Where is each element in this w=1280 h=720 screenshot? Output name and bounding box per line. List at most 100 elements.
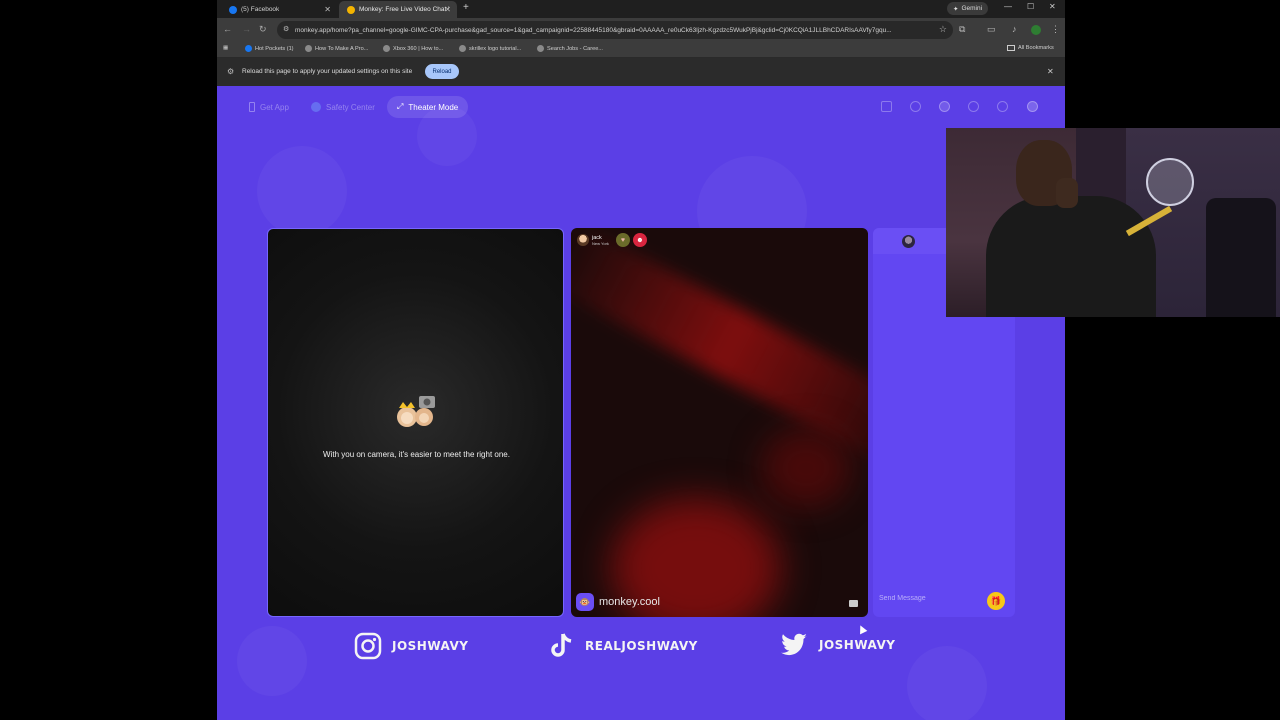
profile-avatar[interactable]	[1031, 25, 1041, 35]
monkey-camera-icon	[397, 396, 435, 427]
profile-avatar[interactable]	[1027, 101, 1038, 112]
browser-window: (5) Facebook ✕ Monkey: Free Live Video C…	[217, 0, 1065, 720]
instagram-handle: JOSHWAVY	[392, 639, 469, 653]
sidebar-icon[interactable]: ▭	[987, 24, 996, 35]
avatar[interactable]	[902, 235, 915, 248]
get-app-label: Get App	[260, 102, 289, 112]
watermark-text: monkey.cool	[599, 596, 660, 608]
bookmark-item[interactable]: Xbox 360 | How to...	[383, 45, 443, 52]
bookmark-label: Xbox 360 | How to...	[393, 45, 444, 52]
social-twitter: JOSHWAVY	[779, 632, 896, 658]
search-icon[interactable]	[910, 101, 921, 112]
globe-icon	[383, 45, 390, 52]
tab-strip: (5) Facebook ✕ Monkey: Free Live Video C…	[217, 0, 1065, 18]
partner-location: New York	[592, 240, 609, 246]
settings-icon: ⚙	[227, 67, 235, 76]
all-bookmarks-label: All Bookmarks	[1018, 45, 1054, 51]
bookmark-star-icon[interactable]: ☆	[939, 24, 947, 35]
gemini-label: Gemini	[961, 5, 983, 12]
apps-icon[interactable]: ▦	[223, 45, 228, 51]
bookmark-label: skrillex logo tutorial...	[469, 45, 522, 52]
person-hand	[1056, 178, 1078, 208]
phone-icon	[249, 102, 255, 112]
all-bookmarks[interactable]: All Bookmarks	[1007, 45, 1054, 51]
address-bar[interactable]: ⚙ monkey.app/home?pa_channel=google-GIMC…	[277, 21, 953, 39]
theater-mode-button[interactable]: ⤢ Theater Mode	[387, 96, 469, 118]
twitter-icon	[781, 633, 807, 656]
social-instagram: JOSHWAVY	[354, 632, 469, 660]
history-icon[interactable]	[968, 101, 979, 112]
avatar[interactable]	[577, 234, 589, 246]
minimize-button[interactable]: —	[1004, 2, 1012, 11]
tab-monkey[interactable]: Monkey: Free Live Video Chat Wi ✕	[339, 1, 457, 18]
sparkle-icon: ✦	[953, 5, 959, 13]
facebook-icon	[229, 5, 237, 14]
monkey-site: Get App Safety Center ⤢ Theater Mode Wit…	[217, 86, 1065, 720]
fan-object	[1146, 158, 1194, 206]
bookmark-item[interactable]: Hot Pockets (1)	[245, 45, 294, 52]
back-icon[interactable]: ←	[223, 24, 232, 34]
menu-icon[interactable]: ⋮	[1051, 24, 1060, 35]
tiktok-icon	[551, 633, 572, 657]
tiktok-handle: REALJOSHWAVY	[585, 639, 698, 653]
browser-toolbar: ← → ↻ ⚙ monkey.app/home?pa_channel=googl…	[217, 18, 1065, 42]
site-info-icon[interactable]: ⚙	[283, 25, 289, 33]
camera-prompt: With you on camera, it's easier to meet …	[323, 450, 510, 459]
shop-icon[interactable]	[881, 101, 892, 112]
bookmark-label: How To Make A Pro...	[315, 45, 369, 52]
close-icon[interactable]: ✕	[324, 5, 331, 14]
gift-button[interactable]: 🎁	[987, 592, 1005, 610]
globe-icon	[305, 45, 312, 52]
partner-info[interactable]: jack New York ♥ ☻	[577, 233, 647, 247]
monkey-badge-icon[interactable]: ☻	[632, 233, 647, 247]
bookmark-label: Search Jobs - Caree...	[547, 45, 603, 52]
chat-icon[interactable]	[997, 101, 1008, 112]
instagram-icon	[354, 632, 382, 660]
bookmark-item[interactable]: Search Jobs - Caree...	[537, 45, 603, 52]
gemini-button[interactable]: ✦ Gemini	[947, 2, 989, 15]
tab-title: (5) Facebook	[241, 6, 280, 13]
background-bubble	[237, 626, 307, 696]
new-tab-button[interactable]: +	[463, 2, 469, 13]
bookmark-item[interactable]: skrillex logo tutorial...	[459, 45, 521, 52]
reload-button[interactable]: Reload	[425, 64, 459, 79]
monkey-icon	[347, 5, 355, 14]
heart-badge-icon[interactable]: ♥	[615, 233, 630, 247]
bookmarks-bar: ▦ Hot Pockets (1) How To Make A Pro... X…	[217, 42, 1065, 58]
self-video-card: With you on camera, it's easier to meet …	[267, 228, 564, 617]
close-icon[interactable]: ✕	[1047, 67, 1054, 76]
globe-icon	[459, 45, 466, 52]
video-frame	[571, 228, 868, 464]
chair-object	[1206, 198, 1276, 317]
expand-icon: ⤢	[397, 102, 404, 111]
report-icon[interactable]	[849, 600, 858, 607]
gift-icon: 🎁	[990, 595, 1002, 606]
globe-icon	[537, 45, 544, 52]
close-icon[interactable]: ✕	[444, 5, 451, 14]
forward-icon[interactable]: →	[242, 24, 251, 34]
tab-title: Monkey: Free Live Video Chat Wi	[359, 6, 449, 13]
refresh-icon[interactable]: ↻	[259, 24, 267, 35]
get-app-button[interactable]: Get App	[239, 96, 299, 118]
extensions-icon[interactable]: ⧉	[959, 24, 965, 35]
bookmark-label: Hot Pockets (1)	[255, 45, 294, 52]
folder-icon	[1007, 45, 1015, 51]
twitter-handle: JOSHWAVY	[819, 638, 896, 652]
infobar-message: Reload this page to apply your updated s…	[242, 68, 413, 75]
background-bubble	[907, 646, 987, 720]
bookmark-item[interactable]: How To Make A Pro...	[305, 45, 368, 52]
maximize-button[interactable]: ☐	[1027, 2, 1034, 11]
media-icon[interactable]: ♪	[1012, 24, 1017, 34]
close-window-button[interactable]: ✕	[1049, 2, 1056, 11]
person-torso	[986, 196, 1156, 317]
video-frame	[761, 428, 851, 508]
background-bubble	[257, 146, 347, 236]
safety-center-button[interactable]: Safety Center	[301, 96, 385, 118]
social-tiktok: REALJOSHWAVY	[549, 632, 698, 660]
safety-center-label: Safety Center	[326, 102, 375, 112]
facebook-icon	[245, 45, 252, 52]
webcam-overlay	[946, 128, 1280, 317]
watermark: 🐵 monkey.cool	[576, 593, 660, 611]
tab-facebook[interactable]: (5) Facebook ✕	[221, 1, 337, 18]
friends-icon[interactable]	[939, 101, 950, 112]
